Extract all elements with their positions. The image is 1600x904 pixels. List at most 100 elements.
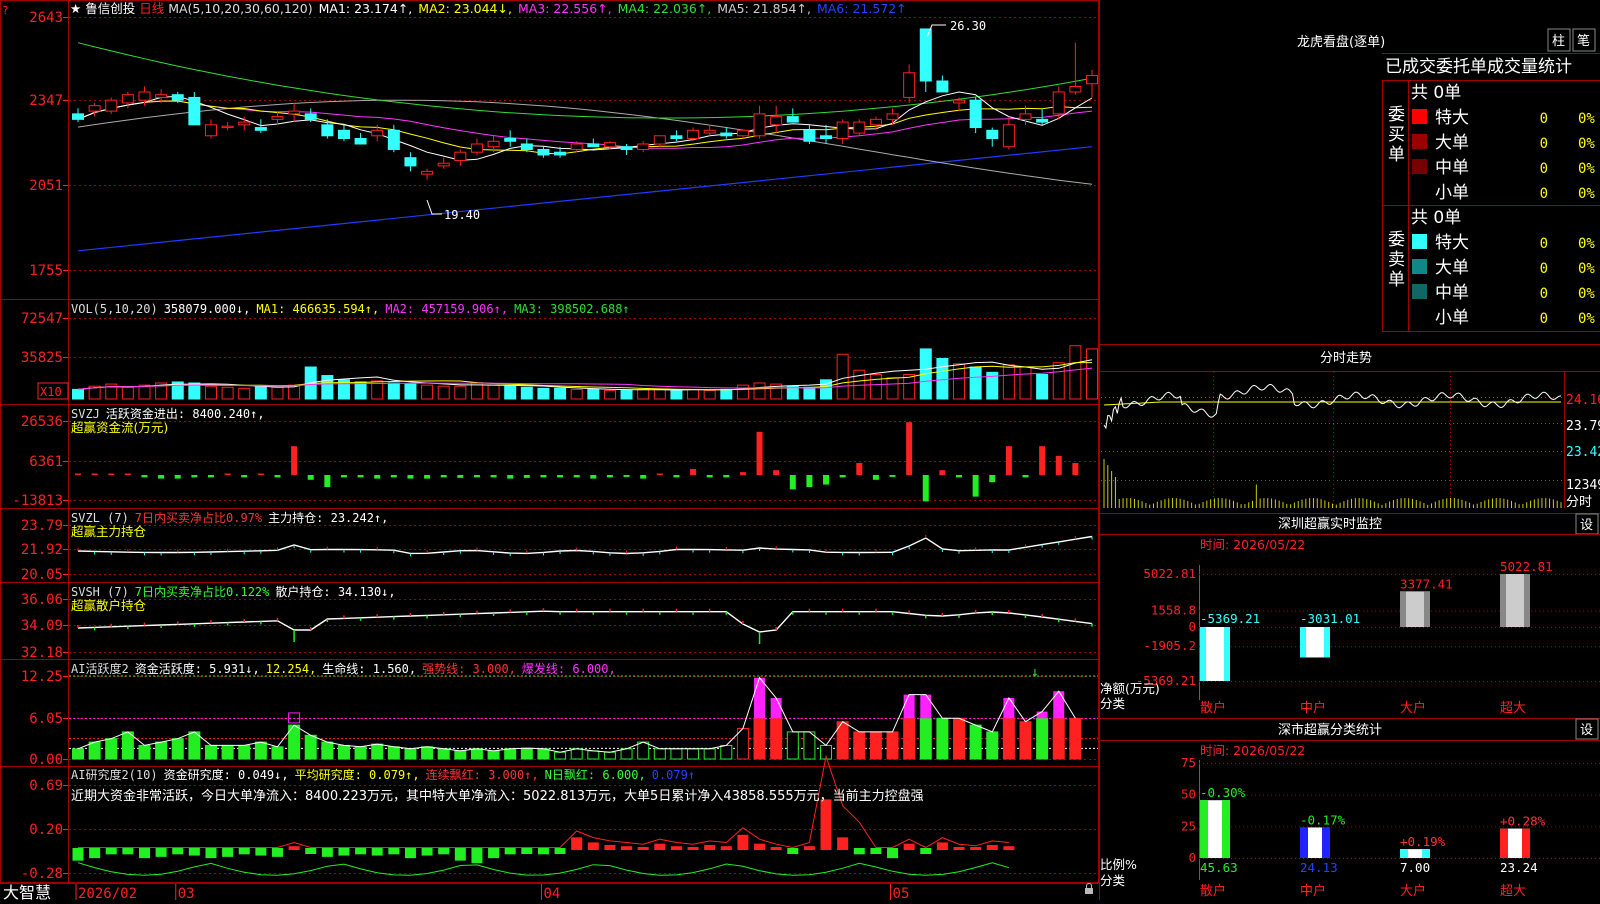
rt-bar-edge xyxy=(1300,627,1306,657)
volume-bar xyxy=(555,388,566,399)
candle-body xyxy=(488,141,499,146)
ai-active-bar xyxy=(372,744,383,759)
candle-body xyxy=(372,130,383,135)
svzj-bar xyxy=(906,422,912,475)
ai-research-y-ticks: 0.690.20-0.28 xyxy=(21,778,68,882)
candle-body xyxy=(721,133,732,136)
down-arrow-icon: ↓ xyxy=(1031,665,1039,680)
ai-research-bar xyxy=(604,845,615,850)
rt-y-tick: -1905.2 xyxy=(1143,638,1196,653)
legend-item: MA2: 457159.906↑, xyxy=(385,302,508,316)
candle-body xyxy=(305,114,316,119)
svzj-bar xyxy=(424,475,430,479)
volume-bar xyxy=(704,390,715,399)
rt-category: 超大 xyxy=(1500,701,1526,716)
side-label-char: 卖 xyxy=(1388,250,1405,270)
candle-body xyxy=(704,130,715,133)
price-pane[interactable]: 2643234720511755 ? ★ 鲁信创投 日线 MA(5,10,20,… xyxy=(2,1,1098,279)
ai-research-bar xyxy=(737,835,748,850)
intraday-panel[interactable]: 分时走势 24.1623.7923.4212349分时 xyxy=(1100,345,1600,511)
svzj-bar xyxy=(806,475,812,487)
order-count: 0 xyxy=(1540,111,1548,127)
svzj-bar xyxy=(141,475,147,477)
candle-body xyxy=(272,117,283,120)
classification-chart: 7550250-0.30%45.63散户-0.17%24.13中户+0.19%7… xyxy=(1181,755,1600,899)
svzl-grid xyxy=(69,526,1098,575)
ai-research-bar xyxy=(255,848,266,856)
svzj-bar xyxy=(973,475,979,497)
svzj-pane[interactable]: 265366361-13813 SVZJ活跃资金进出: 8400.240↑, 超… xyxy=(12,406,1098,509)
ai-research-bar xyxy=(73,848,84,861)
svzl-title: 超赢主力持仓 xyxy=(71,524,147,539)
rt-bar-edge xyxy=(1324,627,1330,657)
order-class-label: 大单 xyxy=(1435,133,1469,153)
svsh-pane[interactable]: 36.0634.0932.18 SVSH (7)7日内买卖净占比0.122%散户… xyxy=(21,584,1098,661)
ai-active-bar xyxy=(621,749,632,759)
ai-active-bar xyxy=(156,742,167,759)
ai-research-bar xyxy=(505,848,516,854)
ai-active-burst xyxy=(920,695,931,719)
y-tick-label: 6.05 xyxy=(29,711,63,727)
svzl-pane[interactable]: 23.7921.9220.05 SVZL (7)7日内买卖净占比0.97%主力持… xyxy=(21,510,1098,583)
candle-body xyxy=(787,117,798,122)
classification-panel[interactable]: 深市超赢分类统计 设 时间: 2026/05/22 7550250-0.30%4… xyxy=(1100,719,1600,900)
svzj-bar xyxy=(790,475,796,489)
ai-research-legend: AI研究度2(10)资金研究度: 0.049↓,平均研究度: 0.079↑,连续… xyxy=(71,767,695,782)
svzj-bar xyxy=(740,472,746,475)
cls-y-tick: 75 xyxy=(1181,755,1196,770)
candle-body xyxy=(920,29,931,81)
right-column: 龙虎看盘(逐单) 柱 笔 已成交委托单成交量统计 委买单共 0单特大00%大单0… xyxy=(1100,0,1600,900)
cls-bar-edge xyxy=(1522,829,1530,858)
intraday-title: 分时走势 xyxy=(1320,350,1372,366)
ai-research-pane[interactable]: 0.690.20-0.28 AI研究度2(10)资金研究度: 0.049↓,平均… xyxy=(21,756,1098,882)
candle-body xyxy=(1053,92,1064,114)
legend-swatch xyxy=(1412,109,1427,124)
ai-research-bar xyxy=(754,844,765,850)
svzj-bar xyxy=(540,475,546,477)
side-label-char: 单 xyxy=(1388,270,1405,290)
rt-value-label: 5022.81 xyxy=(1500,559,1553,574)
y-tick-label: -13813 xyxy=(12,493,63,509)
order-total: 共 0单 xyxy=(1411,208,1461,228)
svzj-bar xyxy=(441,475,447,477)
volume-bar xyxy=(1070,346,1081,399)
volume-bar xyxy=(322,376,333,399)
ai-research-bar xyxy=(89,848,100,858)
rt-y-tick: 0 xyxy=(1188,619,1196,634)
svsh-grid xyxy=(69,600,1098,653)
period-label[interactable]: 日线 xyxy=(139,1,165,16)
volume-bar xyxy=(1020,367,1031,399)
volume-bar xyxy=(604,390,615,399)
rt-y-tick: 1558.8 xyxy=(1151,603,1196,618)
ai-active-bar xyxy=(654,749,665,759)
candle-body xyxy=(854,122,865,133)
y-tick-label: 0.69 xyxy=(29,778,63,794)
candle-body xyxy=(987,130,998,138)
y-tick-label: 1755 xyxy=(29,263,63,279)
ai-research-bar xyxy=(771,847,782,850)
ai-active-bar xyxy=(787,732,798,759)
ai-research-bar xyxy=(488,848,499,858)
volume-pane[interactable]: 7254735825 VOL(5,10,20)358079.000↓,MA1: … xyxy=(21,302,1098,399)
candle-body xyxy=(438,163,449,166)
realtime-monitor-panel[interactable]: 深圳超赢实时监控 设 时间: 2026/05/22 5022.811558.80… xyxy=(1100,514,1600,717)
candle-body xyxy=(821,136,832,139)
svzj-bar xyxy=(358,475,364,477)
legend-item: MA2: 23.044↓, xyxy=(418,1,512,16)
candle-body xyxy=(771,117,782,125)
ai-research-bar xyxy=(239,848,250,854)
candle-body xyxy=(887,114,898,119)
y-tick-label: 2643 xyxy=(29,10,63,26)
order-count: 0 xyxy=(1540,161,1548,177)
ai-active-pane[interactable]: 12.256.050.00 AI活跃度2资金活跃度: 5.931↓,12.254… xyxy=(21,661,1098,768)
legend-item: 资金活跃度: 5.931↓, xyxy=(135,661,260,676)
x-tick-label: 03 xyxy=(178,886,195,900)
dragon-tiger-header: 已成交委托单成交量统计 xyxy=(1385,57,1572,77)
ai-research-bar xyxy=(920,848,931,854)
ai-active-bar xyxy=(89,742,100,759)
ai-active-bar xyxy=(604,752,615,759)
volume-bar xyxy=(870,374,881,399)
ai-research-bar xyxy=(904,844,915,850)
volume-bar xyxy=(571,389,582,399)
cls-bar-edge xyxy=(1322,827,1330,858)
